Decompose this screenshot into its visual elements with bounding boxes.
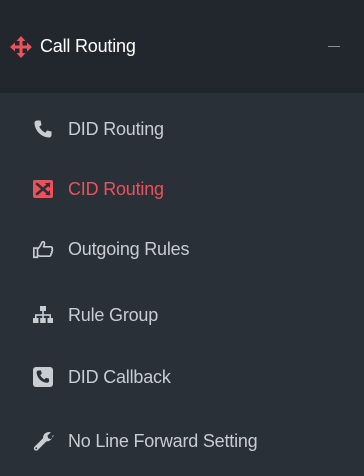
- nav-label: DID Routing: [68, 118, 164, 139]
- nav-item-did-callback[interactable]: DID Callback: [0, 347, 364, 407]
- nav-label: CID Routing: [68, 178, 164, 199]
- nav-label: Outgoing Rules: [68, 238, 190, 259]
- wrench-icon: [32, 430, 54, 452]
- nav-label: No Line Forward Setting: [68, 430, 258, 451]
- call-routing-header[interactable]: Call Routing: [0, 0, 364, 93]
- arrows-move-icon: [10, 35, 32, 58]
- sidebar-menu: Call Routing DID Routing CID Routing Out…: [0, 0, 364, 476]
- hand-pointing-icon: [32, 238, 54, 260]
- random-arrows-icon: [32, 178, 54, 200]
- section-title: Call Routing: [40, 36, 136, 56]
- minus-icon[interactable]: [326, 38, 342, 54]
- nav-item-rule-group[interactable]: Rule Group: [0, 285, 364, 345]
- nav-item-no-line-forward-setting[interactable]: No Line Forward Setting: [0, 411, 364, 471]
- nav-label: Rule Group: [68, 304, 159, 325]
- nav-item-outgoing-rules[interactable]: Outgoing Rules: [0, 219, 364, 279]
- sitemap-icon: [32, 304, 54, 326]
- phone-square-icon: [32, 366, 54, 388]
- nav-item-cid-routing[interactable]: CID Routing: [0, 159, 364, 219]
- nav-item-did-routing[interactable]: DID Routing: [0, 99, 364, 159]
- nav-label: DID Callback: [68, 366, 171, 387]
- phone-icon: [32, 118, 54, 140]
